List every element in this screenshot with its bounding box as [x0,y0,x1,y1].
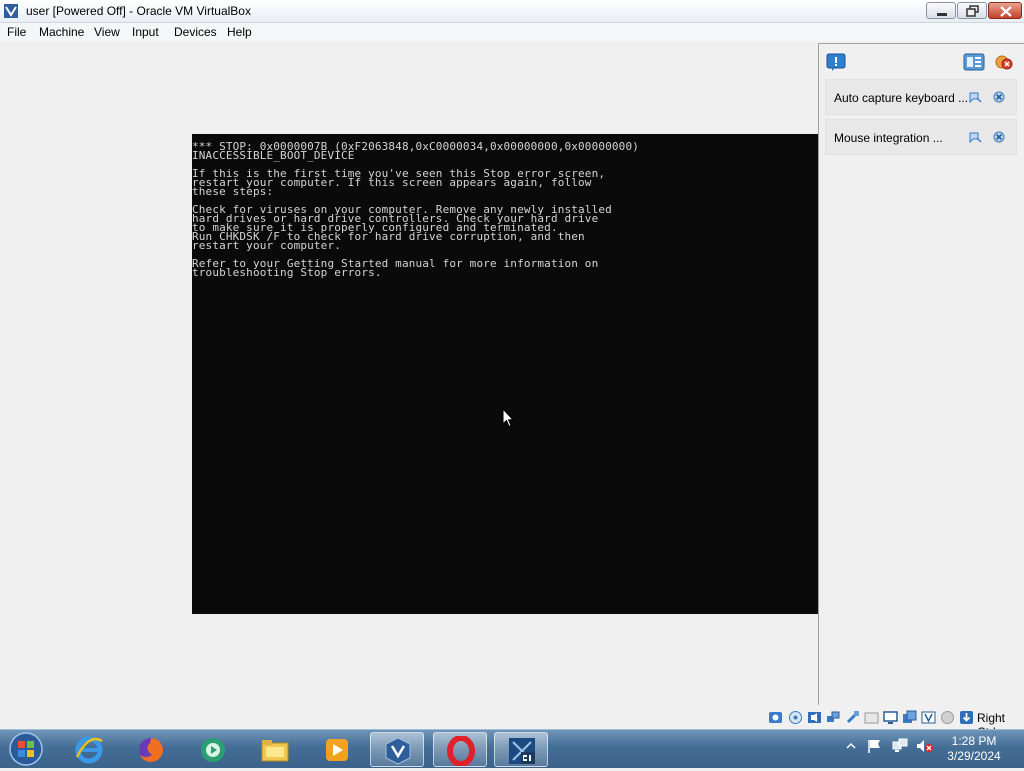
do-not-show-again-icon[interactable] [968,130,982,144]
clock-date: 3/29/2024 [947,749,1001,763]
taskbar-media-center-icon[interactable] [186,732,240,767]
notification-text: Auto capture keyboard ... [834,91,969,105]
restore-button[interactable] [957,2,987,19]
clock-time: 1:28 PM [951,734,997,748]
bsod-line: INACCESSIBLE_BOOT_DEVICE [192,149,355,162]
virtualbox-app-icon [3,3,19,19]
taskbar-file-explorer-icon[interactable] [248,732,302,767]
toggle-notifications-icon[interactable] [963,53,985,71]
taskbar-vm-window-icon[interactable] [494,732,548,767]
action-center-flag-icon[interactable] [867,738,883,757]
start-button[interactable] [6,731,46,768]
taskbar-internet-explorer-icon[interactable] [62,732,116,767]
menu-bar: File Machine View Input Devices Help [0,23,1024,41]
do-not-show-again-icon[interactable] [968,90,982,104]
window-title: user [Powered Off] - Oracle VM VirtualBo… [26,4,251,18]
close-all-notifications-icon[interactable] [994,53,1014,71]
hard-disk-icon[interactable] [768,710,783,725]
menu-machine[interactable]: Machine [39,25,84,39]
shared-folders-icon[interactable] [864,710,879,725]
volume-muted-icon[interactable] [916,738,934,757]
menu-input[interactable]: Input [132,25,159,39]
close-button[interactable] [988,2,1022,19]
windows-taskbar: 1:28 PM 3/29/2024 [0,729,1024,768]
vm-screen-bsod[interactable]: *** STOP: 0x0000007B (0xF2063848,0xC0000… [192,134,818,614]
recording-icon[interactable] [921,710,936,725]
taskbar-firefox-icon[interactable] [124,732,178,767]
taskbar-clock[interactable]: 1:28 PM 3/29/2024 [940,734,1008,764]
notification-center-panel: Auto capture keyboard ... Mouse integrat… [818,43,1024,705]
host-key-icon[interactable] [959,710,974,725]
bsod-line: troubleshooting Stop errors. [192,266,382,279]
network-tray-icon[interactable] [892,738,908,757]
taskbar-virtualbox-icon[interactable] [370,732,424,767]
menu-devices[interactable]: Devices [174,25,217,39]
audio-icon[interactable] [807,710,822,725]
video-capture-icon[interactable] [902,710,917,725]
notification-mouse-integration[interactable]: Mouse integration ... [825,119,1017,155]
mouse-cursor-icon [502,407,515,431]
optical-drive-icon[interactable] [788,710,803,725]
vm-status-bar: Right Ctrl [0,705,1024,739]
display-icon[interactable] [883,710,898,725]
show-hidden-icons-icon[interactable] [846,738,856,757]
title-bar: user [Powered Off] - Oracle VM VirtualBo… [0,0,1024,23]
usb-icon[interactable] [845,710,860,725]
taskbar-media-player-icon[interactable] [310,732,364,767]
bsod-line: these steps: [192,185,274,198]
minimize-button[interactable] [926,2,956,19]
taskbar-opera-icon[interactable] [433,732,487,767]
notification-text: Mouse integration ... [834,131,943,145]
menu-view[interactable]: View [94,25,120,39]
network-icon[interactable] [826,710,841,725]
menu-help[interactable]: Help [227,25,252,39]
bsod-line: restart your computer. [192,239,341,252]
close-notification-icon[interactable] [992,90,1006,104]
cpu-icon[interactable] [940,710,955,725]
close-notification-icon[interactable] [992,130,1006,144]
notification-auto-capture-keyboard[interactable]: Auto capture keyboard ... [825,79,1017,115]
notification-info-icon[interactable] [826,53,846,71]
menu-file[interactable]: File [7,25,26,39]
